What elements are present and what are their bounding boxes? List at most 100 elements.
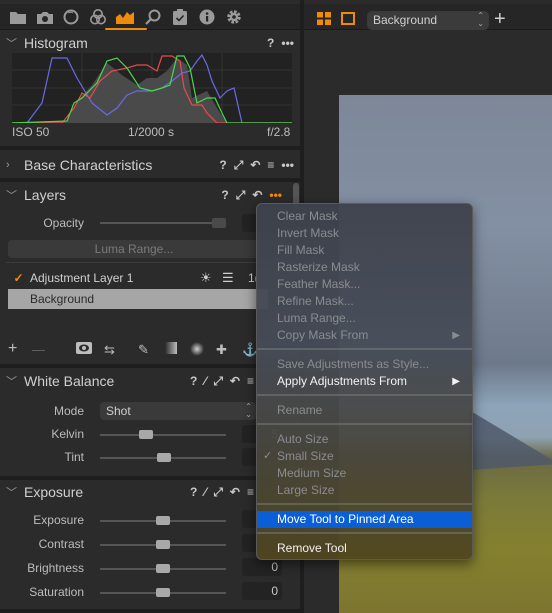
remove-layer-icon[interactable]: —	[32, 342, 45, 357]
menu-item-label: Fill Mask	[277, 243, 325, 257]
reset-icon[interactable]: ↶	[230, 374, 240, 388]
reset-icon[interactable]: ↶	[252, 188, 262, 202]
help-icon[interactable]: ?	[190, 374, 197, 388]
details-magnifier-icon[interactable]	[142, 6, 164, 28]
radial-gradient-icon[interactable]	[190, 342, 204, 359]
wb-mode-label: Mode	[53, 404, 84, 418]
adjustments-clipboard-icon[interactable]	[169, 6, 191, 28]
menu-item-clear-mask[interactable]: Clear Mask	[257, 208, 472, 225]
layer-adjust-sliders-icon[interactable]: ☰	[222, 270, 234, 286]
menu-item-move-tool-to-pinned-area[interactable]: Move Tool to Pinned Area	[257, 511, 472, 528]
menu-item-copy-mask-from[interactable]: Copy Mask From ▶	[257, 327, 472, 344]
base-characteristics-header[interactable]: › Base Characteristics ? ⤢ ↶ ≡ •••	[0, 152, 300, 178]
menu-item-auto-size[interactable]: Auto Size	[257, 431, 472, 448]
kelvin-slider-thumb[interactable]	[139, 430, 153, 439]
more-options-icon[interactable]: •••	[281, 158, 294, 172]
help-icon[interactable]: ?	[267, 36, 274, 50]
brightness-slider-thumb[interactable]	[156, 564, 170, 573]
layer-visibility-checkbox[interactable]: ✓	[12, 271, 25, 285]
menu-item-invert-mask[interactable]: Invert Mask	[257, 225, 472, 242]
healing-bandage-icon[interactable]: ✚	[216, 342, 227, 358]
help-icon[interactable]: ?	[190, 485, 197, 499]
eyedropper-icon[interactable]: ⁄	[204, 374, 206, 388]
menu-item-large-size[interactable]: Large Size	[257, 482, 472, 499]
layer-select-dropdown[interactable]: Background ⌃ ⌄	[367, 11, 489, 30]
swap-arrows-icon[interactable]: ⇆	[104, 342, 115, 358]
expand-icon[interactable]: ⤢	[213, 485, 223, 500]
reset-icon[interactable]: ↶	[230, 485, 240, 499]
tint-slider-thumb[interactable]	[157, 453, 171, 462]
metadata-info-icon[interactable]	[196, 6, 218, 28]
more-options-icon[interactable]: •••	[281, 36, 294, 50]
opacity-slider-thumb[interactable]	[212, 218, 226, 228]
menu-item-luma-range[interactable]: Luma Range...	[257, 310, 472, 327]
presets-icon[interactable]: ≡	[247, 374, 254, 388]
brush-icon[interactable]: ✎	[138, 342, 149, 358]
wb-mode-select[interactable]: Shot ⌃ ⌄	[100, 402, 256, 420]
menu-separator	[257, 503, 472, 505]
help-icon[interactable]: ?	[219, 158, 226, 172]
presets-icon[interactable]: ≡	[267, 158, 274, 172]
linear-gradient-icon[interactable]	[165, 342, 177, 357]
menu-item-label: Invert Mask	[277, 226, 340, 240]
menu-item-fill-mask[interactable]: Fill Mask	[257, 242, 472, 259]
menu-item-remove-tool[interactable]: Remove Tool	[257, 540, 472, 557]
chevron-down-icon[interactable]: ﹀	[6, 187, 17, 203]
menu-item-medium-size[interactable]: Medium Size	[257, 465, 472, 482]
menu-item-save-adjustments-as-style[interactable]: Save Adjustments as Style...	[257, 356, 472, 373]
menu-item-label: Auto Size	[277, 432, 329, 446]
menu-item-label: Refine Mask...	[277, 294, 354, 308]
menu-item-small-size[interactable]: Small Size ✓	[257, 448, 472, 465]
menu-item-feather-mask[interactable]: Feather Mask...	[257, 276, 472, 293]
presets-icon[interactable]: ≡	[247, 485, 254, 499]
menu-item-apply-adjustments-from[interactable]: Apply Adjustments From ▶	[257, 373, 472, 390]
folder-icon[interactable]	[7, 6, 29, 28]
chevron-right-icon[interactable]: ›	[6, 159, 10, 171]
menu-item-label: Medium Size	[277, 466, 347, 480]
settings-gear-icon[interactable]	[223, 6, 245, 28]
add-layer-plus-icon[interactable]: +	[494, 9, 506, 29]
chevron-down-icon[interactable]: ﹀	[6, 373, 17, 389]
menu-item-rename[interactable]: Rename	[257, 402, 472, 419]
luma-brightness-icon[interactable]: ☀	[200, 270, 212, 286]
histogram-chart	[12, 53, 292, 123]
exposure-icon[interactable]	[114, 6, 136, 28]
eyedropper-icon[interactable]: ⁄	[204, 485, 206, 499]
chevron-down-icon[interactable]: ﹀	[6, 484, 17, 500]
color-icon[interactable]	[87, 6, 109, 28]
luma-range-button[interactable]: Luma Range...	[8, 240, 260, 258]
exposure-slider-thumb[interactable]	[156, 516, 170, 525]
layer-item-adjustment-1[interactable]: ✓ Adjustment Layer 1 ☀ ☰ 1(	[8, 268, 268, 288]
reset-icon[interactable]: ↶	[250, 158, 260, 172]
saturation-slider-thumb[interactable]	[156, 588, 170, 597]
chevron-down-icon[interactable]: ﹀	[6, 35, 17, 51]
kelvin-slider[interactable]	[100, 434, 226, 436]
menu-item-label: Clear Mask	[277, 209, 338, 223]
menu-item-refine-mask[interactable]: Refine Mask...	[257, 293, 472, 310]
expand-icon[interactable]: ⤢	[234, 158, 244, 173]
histogram-title: Histogram	[24, 35, 88, 51]
white-balance-header[interactable]: ﹀ White Balance ? ⁄ ⤢ ↶ ≡	[0, 368, 300, 394]
menu-item-rasterize-mask[interactable]: Rasterize Mask	[257, 259, 472, 276]
show-mask-eye-icon[interactable]	[76, 342, 92, 357]
menu-item-label: Copy Mask From	[277, 328, 369, 342]
expand-icon[interactable]: ⤢	[236, 188, 246, 203]
multi-view-grid-icon[interactable]	[317, 12, 331, 30]
camera-icon[interactable]	[34, 6, 56, 28]
help-icon[interactable]: ?	[221, 188, 228, 202]
opacity-slider[interactable]	[100, 222, 226, 224]
brightness-value[interactable]: 0	[242, 558, 282, 576]
lens-icon[interactable]	[60, 6, 82, 28]
add-layer-icon[interactable]: +	[8, 340, 17, 358]
layers-header[interactable]: ﹀ Layers ? ⤢ ↶ •••	[0, 182, 300, 208]
saturation-value[interactable]: 0	[242, 582, 282, 600]
menu-separator	[257, 532, 472, 534]
single-view-icon[interactable]	[341, 12, 355, 30]
exposure-header[interactable]: ﹀ Exposure ? ⁄ ⤢ ↶ ≡	[0, 479, 300, 505]
menu-item-label: Apply Adjustments From	[277, 374, 408, 388]
contrast-slider-thumb[interactable]	[156, 540, 170, 549]
layer-item-background[interactable]: Background	[8, 289, 268, 309]
exposure-title: Exposure	[24, 484, 84, 500]
expand-icon[interactable]: ⤢	[213, 374, 223, 389]
more-options-icon[interactable]: •••	[269, 188, 282, 202]
